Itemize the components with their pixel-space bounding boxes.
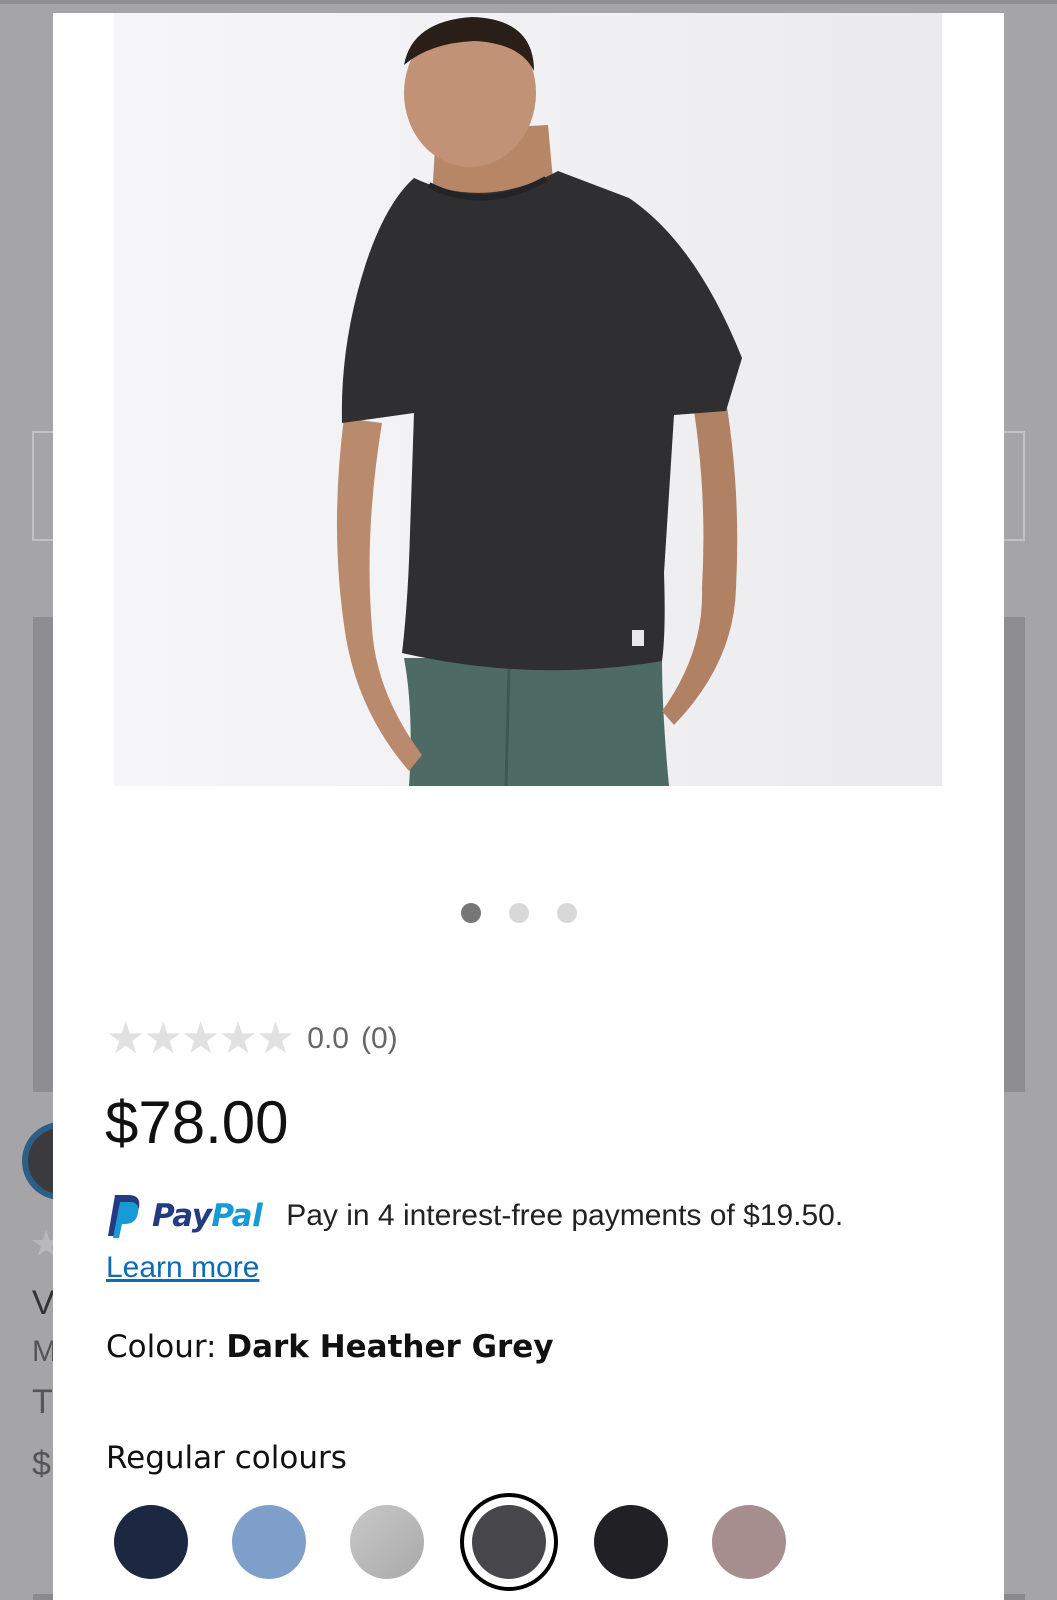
gallery-dot[interactable] bbox=[509, 903, 529, 923]
selected-colour: Colour: Dark Heather Grey bbox=[106, 1329, 554, 1365]
product-photo-illustration bbox=[336, 17, 742, 786]
background-header-edge bbox=[0, 0, 1057, 4]
star-icon: ★ bbox=[218, 1014, 258, 1063]
gallery-dot[interactable] bbox=[461, 903, 481, 923]
colour-swatch-fill bbox=[350, 1505, 424, 1579]
background-text-fragment: V bbox=[32, 1284, 55, 1322]
colour-swatch-fill bbox=[594, 1505, 668, 1579]
colour-swatch[interactable] bbox=[700, 1493, 798, 1591]
gallery-pagination bbox=[53, 901, 1004, 925]
colour-label: Colour: bbox=[106, 1329, 217, 1365]
star-icon: ★ bbox=[143, 1014, 183, 1063]
learn-more-link[interactable]: Learn more bbox=[106, 1251, 259, 1285]
star-icon: ★ bbox=[255, 1014, 296, 1063]
rating-summary[interactable]: ★ ★ ★ ★ ★ 0.0 (0) bbox=[106, 1017, 398, 1061]
rating-stars: ★ ★ ★ ★ ★ bbox=[106, 1014, 296, 1063]
paypal-icon bbox=[108, 1195, 140, 1238]
review-count[interactable]: (0) bbox=[361, 1022, 398, 1056]
paypal-pay-later: PayPal Pay in 4 interest-free payments o… bbox=[106, 1193, 843, 1239]
colour-swatch-fill bbox=[472, 1505, 546, 1579]
background-text-fragment: $ bbox=[32, 1445, 51, 1483]
colour-swatch[interactable] bbox=[102, 1493, 200, 1591]
colour-swatch-selected[interactable] bbox=[460, 1493, 558, 1591]
colour-swatch-fill bbox=[712, 1505, 786, 1579]
gallery-dot[interactable] bbox=[557, 903, 577, 923]
paypal-wordmark: PayPal bbox=[152, 1198, 263, 1234]
colour-swatch[interactable] bbox=[582, 1493, 680, 1591]
paypal-logo: PayPal bbox=[106, 1194, 263, 1238]
star-icon: ★ bbox=[180, 1014, 221, 1063]
colour-swatch-fill bbox=[232, 1505, 306, 1579]
colour-name: Dark Heather Grey bbox=[226, 1329, 554, 1365]
star-icon: ★ bbox=[106, 1014, 146, 1063]
regular-colours-heading: Regular colours bbox=[106, 1440, 347, 1476]
colour-swatch[interactable] bbox=[220, 1493, 318, 1591]
colour-swatch[interactable] bbox=[338, 1493, 436, 1591]
quick-view-modal: ★ ★ ★ ★ ★ 0.0 (0) $78.00 PayPal Pay in 4… bbox=[53, 13, 1004, 1600]
background-text-fragment: T bbox=[32, 1383, 53, 1421]
colour-swatch-fill bbox=[114, 1505, 188, 1579]
paypal-installment-message: Pay in 4 interest-free payments of $19.5… bbox=[286, 1199, 844, 1232]
product-image[interactable] bbox=[114, 13, 942, 786]
rating-value: 0.0 bbox=[307, 1022, 349, 1055]
product-price: $78.00 bbox=[105, 1089, 289, 1156]
